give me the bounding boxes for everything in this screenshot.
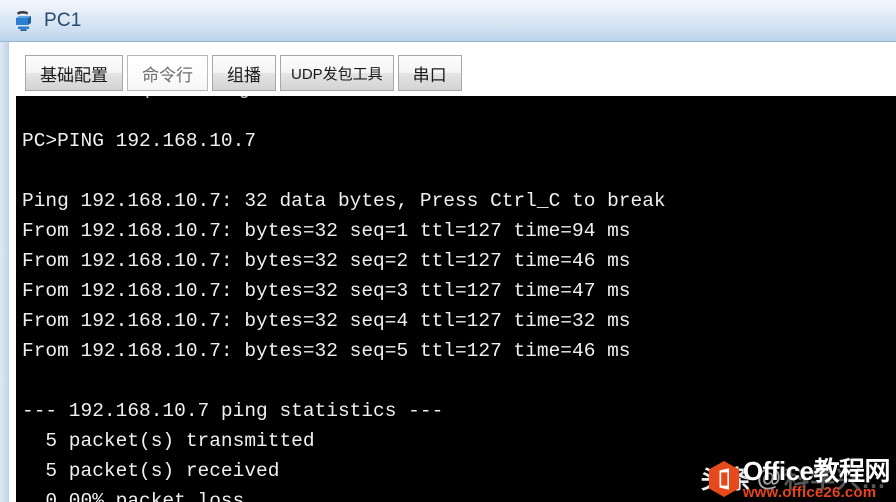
office-watermark-title: Office教程网 — [742, 456, 891, 486]
window-titlebar: PC1 — [0, 0, 896, 42]
pc-device-icon — [12, 8, 38, 34]
command-line-terminal[interactable]: round-trip min/avg/max = 0/0/0 ms PC>PIN… — [16, 96, 896, 502]
office-tutorial-watermark: Office教程网 www.office26.com — [707, 456, 891, 501]
tab-basic-config[interactable]: 基础配置 — [25, 55, 123, 91]
tab-label: 串口 — [412, 65, 447, 85]
terminal-line: PC>PING 192.168.10.7 — [22, 130, 257, 152]
window-left-frame-inner — [9, 42, 16, 502]
tab-serial-port[interactable]: 串口 — [397, 55, 462, 91]
window-title: PC1 — [44, 10, 82, 31]
terminal-line: From 192.168.10.7: bytes=32 seq=4 ttl=12… — [22, 310, 631, 332]
tab-command-line[interactable]: 命令行 — [127, 55, 208, 91]
tab-label: 基础配置 — [40, 65, 108, 85]
terminal-line: --- 192.168.10.7 ping statistics --- — [22, 400, 444, 422]
tab-udp-tool[interactable]: UDP发包工具 — [280, 55, 394, 91]
tab-label: 命令行 — [142, 65, 193, 85]
tab-list: 基础配置 命令行 组播 UDP发包工具 串口 — [25, 55, 466, 91]
office-logo-icon — [707, 460, 741, 498]
terminal-line: 5 packet(s) transmitted — [22, 430, 315, 452]
tab-label: UDP发包工具 — [291, 65, 383, 83]
terminal-output: PC>PING 192.168.10.7 Ping 192.168.10.7: 3… — [16, 96, 896, 502]
terminal-line: Ping 192.168.10.7: 32 data bytes, Press … — [22, 190, 666, 212]
office-watermark-url: www.office26.com — [742, 484, 877, 501]
office-watermark-text-group: Office教程网 www.office26.com — [742, 456, 891, 501]
tab-multicast[interactable]: 组播 — [212, 55, 276, 91]
terminal-line: From 192.168.10.7: bytes=32 seq=2 ttl=12… — [22, 250, 631, 272]
pc1-console-window: PC1 基础配置 命令行 组播 UDP发包工具 串口 round-trip min/av… — [0, 0, 896, 502]
tab-strip: 基础配置 命令行 组播 UDP发包工具 串口 — [16, 42, 896, 96]
terminal-line: From 192.168.10.7: bytes=32 seq=3 ttl=12… — [22, 280, 631, 302]
terminal-line: From 192.168.10.7: bytes=32 seq=5 ttl=12… — [22, 340, 631, 362]
tab-label: 组播 — [227, 65, 261, 85]
terminal-line: From 192.168.10.7: bytes=32 seq=1 ttl=12… — [22, 220, 631, 242]
